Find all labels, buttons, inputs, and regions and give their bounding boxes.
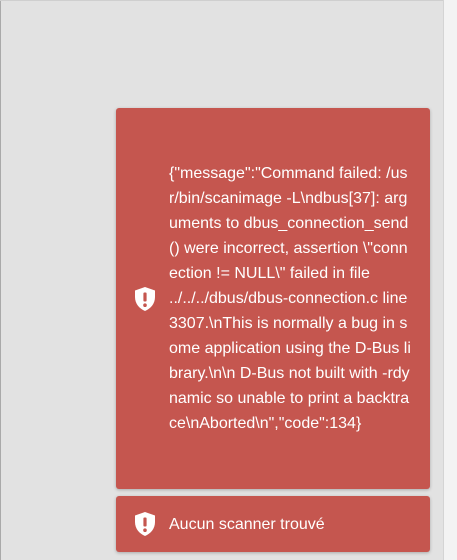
error-toast-no-scanner[interactable]: Aucun scanner trouvé bbox=[116, 496, 430, 552]
window-left-border bbox=[0, 0, 1, 560]
shield-exclamation-icon bbox=[132, 510, 158, 538]
window-top-border bbox=[0, 0, 443, 1]
shield-exclamation-icon bbox=[132, 285, 158, 313]
toast-message: Aucun scanner trouvé bbox=[169, 515, 325, 533]
vertical-scrollbar[interactable] bbox=[443, 0, 457, 560]
error-toast-command-failed[interactable]: {"message":"Command failed: /usr/bin/sca… bbox=[116, 108, 430, 489]
toast-message: {"message":"Command failed: /usr/bin/sca… bbox=[169, 165, 411, 432]
